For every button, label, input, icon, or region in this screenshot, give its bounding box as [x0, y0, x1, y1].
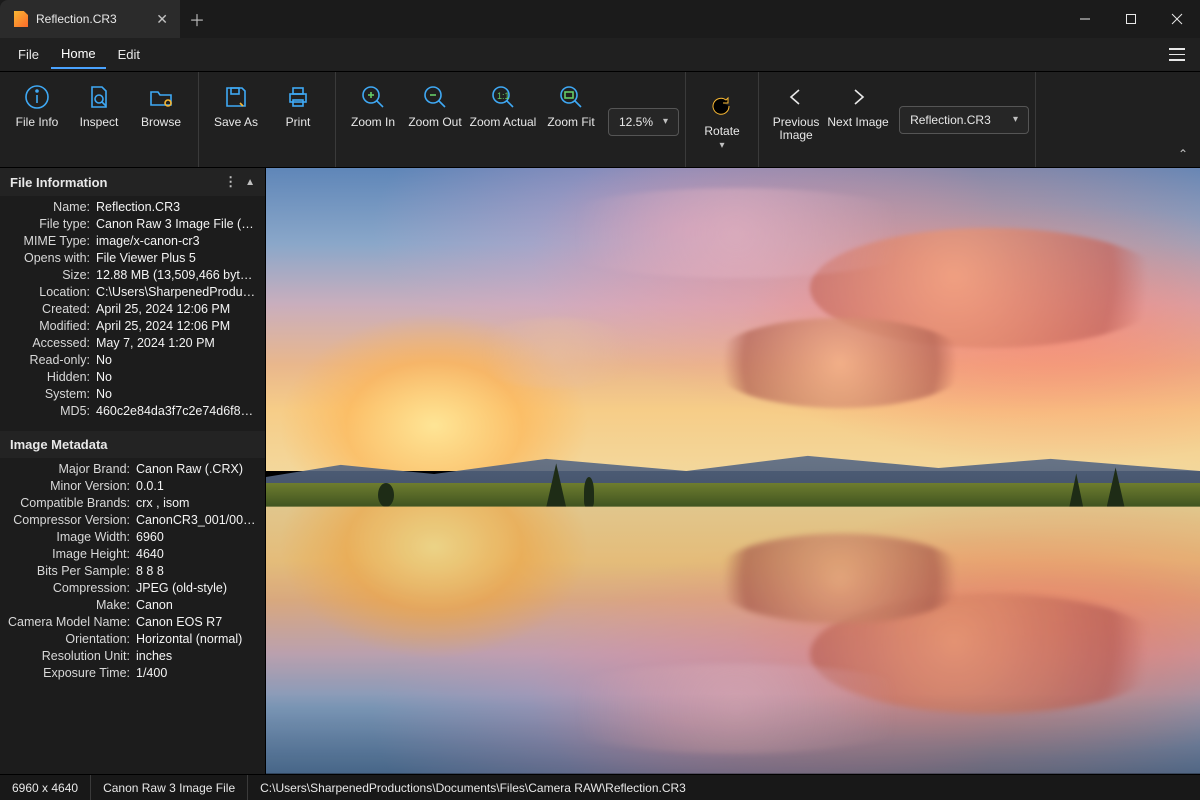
folder-icon — [146, 82, 176, 112]
metadata-panel-header: Image Metadata — [0, 431, 265, 458]
panel-menu-icon[interactable]: ⋮ — [224, 174, 239, 190]
image-viewer[interactable] — [266, 168, 1200, 774]
image-preview — [266, 168, 1200, 774]
save-as-button[interactable]: Save As — [205, 80, 267, 129]
maximize-button[interactable] — [1108, 0, 1154, 38]
file-info-list: Name:Reflection.CR3 File type:Canon Raw … — [0, 196, 265, 425]
zoom-fit-button[interactable]: Zoom Fit — [540, 80, 602, 129]
file-info-button[interactable]: File Info — [6, 80, 68, 129]
zoom-out-icon — [420, 82, 450, 112]
save-icon — [221, 82, 251, 112]
next-image-button[interactable]: Next Image — [827, 80, 889, 129]
collapse-panel-icon[interactable]: ▲ — [245, 177, 255, 188]
collapse-ribbon-button[interactable]: ⌃ — [1166, 72, 1200, 167]
status-dimensions: 6960 x 4640 — [0, 775, 91, 800]
main-area: File Information ⋮ ▲ Name:Reflection.CR3… — [0, 168, 1200, 774]
zoom-in-button[interactable]: Zoom In — [342, 80, 404, 129]
chevron-down-icon: ▾ — [720, 140, 725, 151]
menu-home[interactable]: Home — [51, 40, 106, 69]
hamburger-icon[interactable] — [1162, 40, 1192, 70]
info-icon — [22, 82, 52, 112]
statusbar: 6960 x 4640 Canon Raw 3 Image File C:\Us… — [0, 774, 1200, 800]
chevron-down-icon: ▾ — [1013, 114, 1018, 125]
close-window-button[interactable] — [1154, 0, 1200, 38]
rotate-icon — [709, 93, 735, 122]
browse-button[interactable]: Browse — [130, 80, 192, 129]
chevron-right-icon — [843, 82, 873, 112]
new-tab-button[interactable]: ＋ — [180, 0, 214, 38]
file-info-panel-header: File Information ⋮ ▲ — [0, 168, 265, 196]
status-path: C:\Users\SharpenedProductions\Documents\… — [248, 775, 698, 800]
inspect-button[interactable]: Inspect — [68, 80, 130, 129]
zoom-select[interactable]: 12.5%▾ — [608, 108, 679, 136]
zoom-actual-button[interactable]: 1:1 Zoom Actual — [466, 80, 540, 129]
document-tab[interactable]: Reflection.CR3 ✕ — [0, 0, 180, 38]
rotate-button[interactable]: Rotate ▾ — [692, 93, 752, 151]
inspect-icon — [84, 82, 114, 112]
file-select[interactable]: Reflection.CR3▾ — [899, 106, 1029, 134]
menu-edit[interactable]: Edit — [108, 41, 150, 68]
previous-image-button[interactable]: Previous Image — [765, 80, 827, 142]
chevron-left-icon — [781, 82, 811, 112]
zoom-actual-icon: 1:1 — [488, 82, 518, 112]
zoom-fit-icon — [556, 82, 586, 112]
zoom-out-button[interactable]: Zoom Out — [404, 80, 466, 129]
menubar: File Home Edit — [0, 38, 1200, 72]
document-icon — [14, 11, 28, 27]
tab-title: Reflection.CR3 — [36, 12, 117, 26]
svg-text:1:1: 1:1 — [497, 91, 510, 101]
titlebar: Reflection.CR3 ✕ ＋ — [0, 0, 1200, 38]
print-button[interactable]: Print — [267, 80, 329, 129]
menu-file[interactable]: File — [8, 41, 49, 68]
ribbon: File Info Inspect Browse Save As Print Z… — [0, 72, 1200, 168]
zoom-in-icon — [358, 82, 388, 112]
metadata-list: Major Brand:Canon Raw (.CRX) Minor Versi… — [0, 458, 265, 687]
minimize-button[interactable] — [1062, 0, 1108, 38]
print-icon — [283, 82, 313, 112]
close-tab-icon[interactable]: ✕ — [156, 11, 168, 28]
window-controls — [1062, 0, 1200, 38]
chevron-down-icon: ▾ — [663, 116, 668, 127]
sidebar: File Information ⋮ ▲ Name:Reflection.CR3… — [0, 168, 266, 774]
status-filetype: Canon Raw 3 Image File — [91, 775, 248, 800]
